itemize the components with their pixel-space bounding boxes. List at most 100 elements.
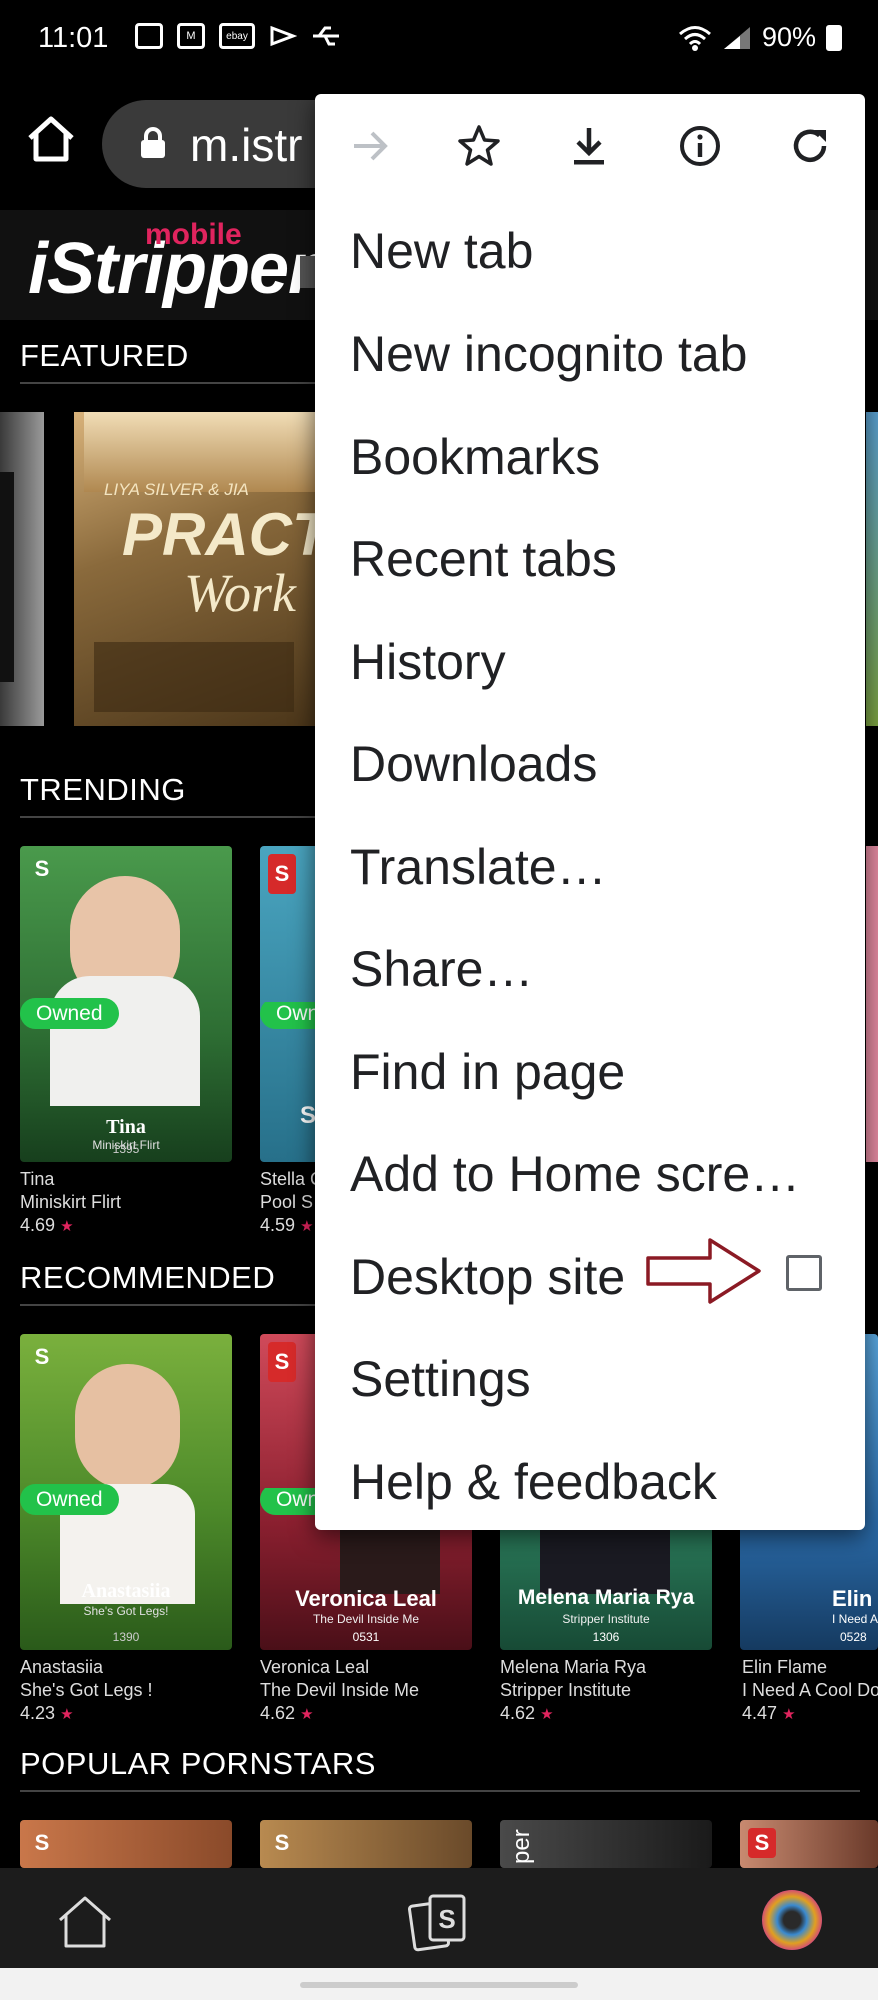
card-art-sub: The Devil Inside Me xyxy=(312,1612,420,1626)
s-badge: S xyxy=(34,856,50,881)
menu-item-bookmarks[interactable]: Bookmarks xyxy=(350,428,600,486)
gmail-icon: M xyxy=(177,23,205,49)
battery-percent: 90% xyxy=(761,22,816,52)
card-subtitle: I Need A Cool Do xyxy=(742,1680,878,1700)
s-xxx-badge: S xyxy=(268,854,296,894)
trending-card-1-owned: Owned xyxy=(20,998,119,1029)
menu-item-share[interactable]: Share… xyxy=(350,940,533,998)
featured-banner[interactable]: LIYA SILVER & JIA PRACTI Work xyxy=(74,412,324,726)
card-art-name: S xyxy=(300,1102,317,1129)
signal-icon xyxy=(723,26,750,49)
recommended-card-1-info[interactable]: Anastasiia She's Got Legs ! 4.23 ★ xyxy=(20,1656,232,1726)
popular-card-1[interactable]: S xyxy=(20,1820,232,1868)
card-name: Anastasiia xyxy=(20,1657,104,1677)
card-art-name: Tina xyxy=(106,1116,146,1138)
recommended-card-2-owned: Own xyxy=(260,1488,320,1528)
refresh-icon[interactable] xyxy=(786,122,834,170)
eye-icon[interactable] xyxy=(762,1890,822,1950)
svg-text:S: S xyxy=(438,1904,455,1934)
image-icon xyxy=(135,23,163,49)
card-rating: 4.62 xyxy=(500,1703,536,1723)
card-name: Veronica Leal xyxy=(260,1657,370,1677)
card-rating: 4.23 xyxy=(20,1703,56,1723)
popular-title: POPULAR PORNSTARS xyxy=(20,1746,376,1781)
cards-icon[interactable]: S xyxy=(408,1890,470,1952)
trending-rule xyxy=(20,816,320,818)
card-rating: 4.69 xyxy=(20,1215,56,1235)
card-subtitle: Miniskirt Flirt xyxy=(20,1192,121,1212)
card-subtitle: The Devil Inside Me xyxy=(260,1680,420,1700)
menu-item-desktop-site[interactable]: Desktop site xyxy=(350,1248,625,1306)
popular-rule xyxy=(20,1790,860,1792)
red-arrow-annotation xyxy=(646,1238,761,1304)
popular-card-4[interactable]: S xyxy=(740,1820,878,1868)
star-icon: ★ xyxy=(540,1706,554,1723)
logo-mobile-badge: mobile xyxy=(145,218,242,251)
menu-item-translate[interactable]: Translate… xyxy=(350,838,607,896)
menu-item-history[interactable]: History xyxy=(350,633,506,691)
recommended-title: RECOMMENDED xyxy=(20,1260,276,1295)
star-icon: ★ xyxy=(60,1706,74,1723)
site-home-icon[interactable] xyxy=(56,1892,114,1950)
card-number: 1395 xyxy=(112,1142,140,1156)
featured-rule xyxy=(20,382,320,384)
card-subtitle: She's Got Legs ! xyxy=(20,1680,153,1700)
s-xxx-badge: S xyxy=(268,1342,296,1382)
chrome-overflow-menu xyxy=(315,94,865,1530)
menu-item-new-tab[interactable]: New tab xyxy=(350,222,533,280)
download-icon[interactable] xyxy=(565,122,613,170)
owned-badge: Owned xyxy=(20,998,119,1029)
menu-item-find-in-page[interactable]: Find in page xyxy=(350,1043,625,1101)
menu-item-downloads[interactable]: Downloads xyxy=(350,735,597,793)
desktop-site-checkbox[interactable] xyxy=(786,1255,822,1291)
menu-item-new-incognito-tab[interactable]: New incognito tab xyxy=(350,325,747,383)
s-badge: S xyxy=(34,1830,50,1855)
home-icon[interactable] xyxy=(24,112,78,166)
trending-card-edge[interactable] xyxy=(866,846,878,1162)
card-name: Melena Maria Rya xyxy=(500,1657,647,1677)
popular-card-2[interactable]: S xyxy=(260,1820,472,1868)
info-icon[interactable] xyxy=(676,122,724,170)
card-number: 1306 xyxy=(592,1630,620,1644)
owned-badge: Own xyxy=(260,1488,320,1515)
menu-item-recent-tabs[interactable]: Recent tabs xyxy=(350,530,617,588)
recommended-card-1-owned: Owned xyxy=(20,1484,119,1515)
card-art-sub: Stripper Institute xyxy=(562,1612,650,1626)
lock-icon[interactable] xyxy=(140,127,166,159)
s-badge: S xyxy=(748,1828,776,1858)
recommended-card-2-info[interactable]: Veronica Leal The Devil Inside Me 4.62 ★ xyxy=(260,1656,472,1726)
menu-item-settings[interactable]: Settings xyxy=(350,1350,531,1408)
card-number: 1390 xyxy=(112,1630,140,1644)
ebay-icon: ebay xyxy=(219,23,255,49)
featured-banner-title: PRACTI xyxy=(122,501,324,568)
featured-card-left[interactable] xyxy=(0,412,44,726)
system-status: 90% xyxy=(678,22,842,53)
forward-icon[interactable] xyxy=(346,122,394,170)
clock: 11:01 xyxy=(38,22,109,54)
star-icon[interactable] xyxy=(455,122,503,170)
card-number: 0528 xyxy=(840,1630,867,1644)
s-badge: S xyxy=(274,1830,290,1855)
owned-badge: Owned xyxy=(20,1484,119,1515)
wifi-icon xyxy=(678,25,711,51)
trending-card-1-info[interactable]: Tina Miniskirt Flirt 4.69 ★ xyxy=(20,1168,232,1238)
url-text[interactable]: m.istr xyxy=(190,118,330,172)
battery-icon xyxy=(826,24,842,51)
recommended-card-3-info[interactable]: Melena Maria Rya Stripper Institute 4.62… xyxy=(500,1656,712,1726)
card-subtitle: Pool S xyxy=(260,1192,314,1212)
featured-banner-subtitle: Work xyxy=(184,563,297,623)
card-art-name: Anastasiia xyxy=(81,1580,171,1602)
popular-card-3[interactable]: per xyxy=(500,1820,712,1868)
notification-icons: M ebay xyxy=(135,22,341,50)
trending-title: TRENDING xyxy=(20,772,186,807)
menu-item-add-to-home-screen[interactable]: Add to Home scre… xyxy=(350,1145,800,1203)
recommended-card-4-info[interactable]: Elin Flame I Need A Cool Do 4.47 ★ xyxy=(742,1656,878,1726)
trending-card-2-info[interactable]: Stella C Pool S 4.59 ★ xyxy=(260,1168,320,1238)
menu-item-help-feedback[interactable]: Help & feedback xyxy=(350,1453,717,1511)
cast-icon xyxy=(270,25,297,47)
card-art-name: Veronica Leal xyxy=(295,1586,437,1611)
gesture-pill[interactable] xyxy=(300,1982,578,1988)
featured-banner-text: LIYA SILVER & JIA xyxy=(104,480,249,499)
featured-card-right[interactable] xyxy=(866,412,878,726)
owned-badge: Own xyxy=(260,1002,320,1029)
